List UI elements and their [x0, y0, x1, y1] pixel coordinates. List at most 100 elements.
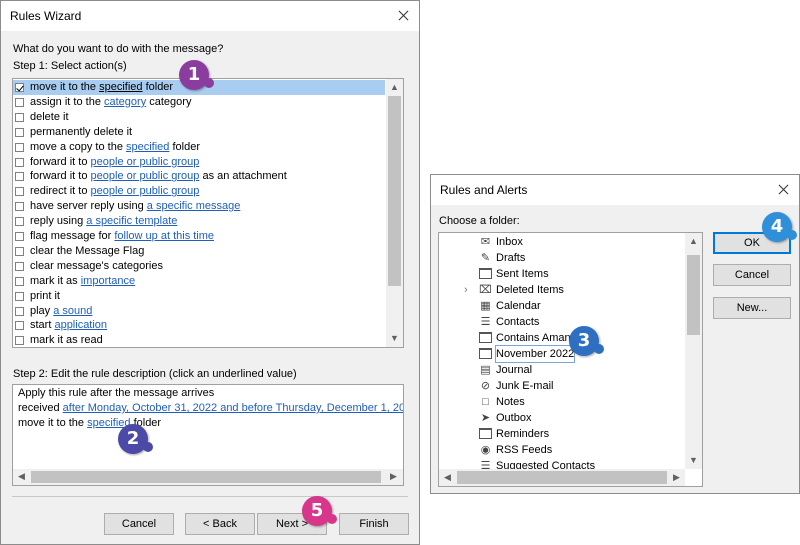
action-item[interactable]: clear message's categories: [13, 259, 383, 274]
close-icon[interactable]: [771, 178, 795, 202]
action-item[interactable]: forward it to people or public group as …: [13, 169, 383, 184]
action-label: forward it to people or public group as …: [30, 169, 287, 184]
action-item[interactable]: reply using a specific template: [13, 214, 383, 229]
action-checkbox[interactable]: [15, 336, 24, 346]
action-item[interactable]: assign it to the category category: [13, 95, 383, 110]
underlined-value-link[interactable]: people or public group: [91, 156, 200, 168]
folder-item[interactable]: ▦ Calendar: [439, 298, 685, 314]
action-item[interactable]: play a sound: [13, 304, 383, 319]
folder-item[interactable]: › ⌧ Deleted Items: [439, 282, 685, 298]
underlined-value-link[interactable]: people or public group: [91, 170, 200, 182]
action-checkbox[interactable]: [15, 246, 24, 256]
description-horizontal-scrollbar[interactable]: ◀ ▶: [13, 469, 403, 485]
underlined-value-link[interactable]: follow up at this time: [114, 230, 214, 242]
scroll-down-icon[interactable]: ▼: [685, 452, 702, 469]
new-folder-button[interactable]: New...: [713, 297, 791, 319]
folder-item[interactable]: ✉ Inbox: [439, 234, 685, 250]
folder-item[interactable]: ▤ Journal: [439, 362, 685, 378]
folder-name: Drafts: [496, 252, 526, 264]
scroll-thumb[interactable]: [31, 471, 381, 483]
cancel-button[interactable]: Cancel: [104, 513, 174, 535]
action-checkbox[interactable]: [15, 291, 24, 301]
actions-list[interactable]: move it to the specified folder assign it…: [12, 78, 404, 348]
underlined-value-link[interactable]: a specific message: [147, 200, 241, 212]
scroll-thumb[interactable]: [388, 96, 401, 286]
folder-item[interactable]: Sent Items: [439, 266, 685, 282]
underlined-value-link[interactable]: specified: [99, 81, 142, 93]
action-item[interactable]: flag message for follow up at this time: [13, 229, 383, 244]
underlined-value-link[interactable]: application: [54, 319, 107, 331]
action-checkbox[interactable]: [15, 97, 24, 107]
folder-item[interactable]: ◉ RSS Feeds: [439, 442, 685, 458]
action-checkbox[interactable]: [15, 202, 24, 212]
action-checkbox[interactable]: [15, 187, 24, 197]
rule-description-box[interactable]: Apply this rule after the message arrive…: [12, 384, 404, 486]
action-checkbox[interactable]: [15, 157, 24, 167]
scroll-thumb[interactable]: [687, 255, 700, 335]
underlined-value-link[interactable]: specified: [126, 141, 169, 153]
folder-name: Inbox: [496, 236, 523, 248]
scroll-down-icon[interactable]: ▼: [386, 330, 403, 347]
scroll-left-icon[interactable]: ◀: [439, 469, 456, 486]
folder-tree[interactable]: ✉ Inbox ✎ Drafts Sent Items › ⌧ Deleted Items ▦ C…: [438, 232, 703, 487]
chevron-right-icon[interactable]: ›: [464, 282, 468, 298]
folder-item[interactable]: ✎ Drafts: [439, 250, 685, 266]
action-item[interactable]: delete it: [13, 110, 383, 125]
underlined-value-link[interactable]: category: [104, 96, 146, 108]
finish-button[interactable]: Finish: [339, 513, 409, 535]
folder-item[interactable]: ☰ Contacts: [439, 314, 685, 330]
text-fragment: flag message for: [30, 230, 115, 242]
action-checkbox[interactable]: [15, 142, 24, 152]
action-item[interactable]: forward it to people or public group: [13, 155, 383, 170]
folder-item[interactable]: Contains Amanda: [439, 330, 685, 346]
action-checkbox[interactable]: [15, 83, 24, 92]
actions-vertical-scrollbar[interactable]: ▲ ▼: [386, 79, 403, 347]
folder-item[interactable]: Reminders: [439, 426, 685, 442]
action-checkbox[interactable]: [15, 217, 24, 227]
folder-item[interactable]: ⊘ Junk E-mail: [439, 378, 685, 394]
action-label: mark it as importance: [30, 274, 135, 289]
scroll-up-icon[interactable]: ▲: [685, 233, 702, 250]
action-checkbox[interactable]: [15, 112, 24, 122]
action-item[interactable]: start application: [13, 318, 383, 333]
action-item[interactable]: move a copy to the specified folder: [13, 140, 383, 155]
scroll-left-icon[interactable]: ◀: [13, 468, 30, 484]
action-label: mark it as read: [30, 333, 103, 347]
folder-horizontal-scrollbar[interactable]: ◀ ▶: [439, 469, 685, 486]
action-item[interactable]: print it: [13, 289, 383, 304]
scroll-right-icon[interactable]: ▶: [668, 469, 685, 486]
underlined-value-link[interactable]: a sound: [53, 305, 92, 317]
back-button[interactable]: < Back: [185, 513, 255, 535]
text-fragment: folder: [142, 81, 174, 93]
scroll-thumb[interactable]: [457, 471, 667, 484]
action-item[interactable]: permanently delete it: [13, 125, 383, 140]
action-item[interactable]: mark it as importance: [13, 274, 383, 289]
action-checkbox[interactable]: [15, 261, 24, 271]
cancel-button[interactable]: Cancel: [713, 264, 791, 286]
folder-item[interactable]: ➤ Outbox: [439, 410, 685, 426]
question-label: What do you want to do with the message?: [13, 43, 224, 55]
underlined-value-link[interactable]: people or public group: [91, 185, 200, 197]
folder-item[interactable]: □ Notes: [439, 394, 685, 410]
text-fragment: forward it to: [30, 155, 91, 168]
folder-item[interactable]: November 2022: [439, 345, 685, 363]
scroll-right-icon[interactable]: ▶: [385, 468, 402, 484]
action-item[interactable]: have server reply using a specific messa…: [13, 199, 383, 214]
action-item[interactable]: clear the Message Flag: [13, 244, 383, 259]
underlined-value-link[interactable]: importance: [81, 275, 135, 287]
scroll-up-icon[interactable]: ▲: [386, 79, 403, 96]
underlined-value-link[interactable]: after Monday, October 31, 2022 and befor…: [63, 402, 403, 414]
action-checkbox[interactable]: [15, 306, 24, 316]
action-checkbox[interactable]: [15, 232, 24, 241]
action-item[interactable]: redirect it to people or public group: [13, 184, 383, 199]
action-checkbox[interactable]: [15, 172, 24, 182]
contacts-icon: ☰: [480, 316, 491, 328]
folder-vertical-scrollbar[interactable]: ▲ ▼: [685, 233, 702, 469]
action-label: delete it: [30, 110, 69, 125]
action-item[interactable]: mark it as read: [13, 333, 383, 347]
close-icon[interactable]: [391, 4, 415, 28]
action-checkbox[interactable]: [15, 276, 24, 286]
action-checkbox[interactable]: [15, 321, 24, 331]
action-checkbox[interactable]: [15, 127, 24, 137]
underlined-value-link[interactable]: a specific template: [86, 215, 177, 227]
